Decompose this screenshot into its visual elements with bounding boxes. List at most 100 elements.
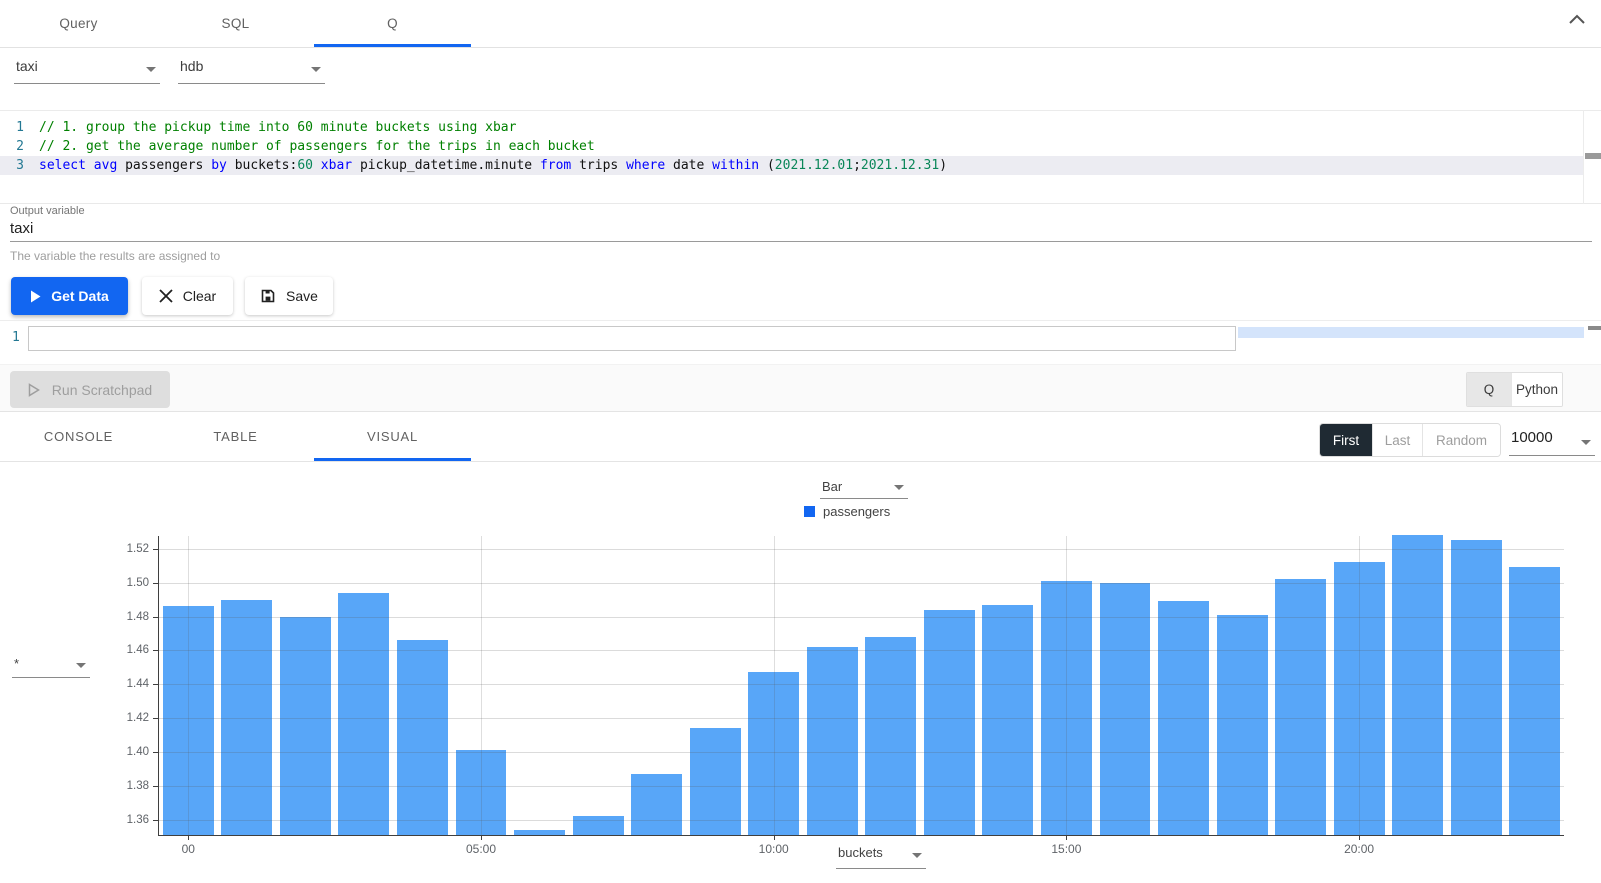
select-underline xyxy=(178,83,325,84)
chevron-down-icon xyxy=(146,67,156,72)
chevron-down-icon xyxy=(912,853,922,858)
bar-22[interactable] xyxy=(1451,540,1502,835)
bar-chart-plot: 1.361.381.401.421.441.461.481.501.520005… xyxy=(158,536,1564,836)
tab-q[interactable]: Q xyxy=(314,0,471,47)
editor-scrollbar-track xyxy=(1583,110,1584,204)
bar-00[interactable] xyxy=(163,606,214,835)
bar-slot xyxy=(569,536,628,835)
code-line-2: 2// 2. get the average number of passeng… xyxy=(0,137,1583,156)
language-toggle-q[interactable]: Q xyxy=(1467,373,1511,406)
x-axis-tick xyxy=(1066,835,1067,840)
y-axis-label: 1.42 xyxy=(97,712,149,724)
scratchpad-scrollbar-thumb[interactable] xyxy=(1588,326,1601,330)
legend-swatch xyxy=(804,506,815,517)
sampling-first-button[interactable]: First xyxy=(1320,424,1372,456)
bar-12[interactable] xyxy=(865,637,916,835)
get-data-button[interactable]: Get Data xyxy=(11,277,128,315)
select-underline xyxy=(836,868,926,869)
bar-slot xyxy=(686,536,745,835)
code-text: // 2. get the average number of passenge… xyxy=(24,139,595,154)
bar-series-passengers xyxy=(159,536,1564,835)
bar-slot xyxy=(1271,536,1330,835)
scratchpad-language-toggle: QPython xyxy=(1466,372,1563,407)
x-axis-label: 00 xyxy=(182,842,195,856)
q-code-editor[interactable]: 1// 1. group the pickup time into 60 min… xyxy=(0,110,1601,204)
x-axis-tick xyxy=(188,835,189,840)
bar-21[interactable] xyxy=(1392,535,1443,835)
y-axis-label: 1.50 xyxy=(97,577,149,589)
bar-slot xyxy=(510,536,569,835)
x-axis-label: 05:00 xyxy=(466,842,496,856)
connection-value: taxi xyxy=(14,54,160,80)
bar-slot xyxy=(335,536,394,835)
run-scratchpad-button[interactable]: Run Scratchpad xyxy=(10,371,170,408)
x-axis-tick xyxy=(774,835,775,840)
results-tab-console[interactable]: CONSOLE xyxy=(0,413,157,461)
bar-03[interactable] xyxy=(338,593,389,835)
bar-17[interactable] xyxy=(1158,601,1209,835)
legend-item-passengers[interactable]: passengers xyxy=(804,504,890,519)
bar-slot xyxy=(218,536,277,835)
bar-slot xyxy=(1330,536,1389,835)
sampling-last-button[interactable]: Last xyxy=(1372,424,1422,456)
bar-02[interactable] xyxy=(280,617,331,836)
y-axis-label: 1.52 xyxy=(97,543,149,555)
bar-slot xyxy=(452,536,511,835)
bar-16[interactable] xyxy=(1100,583,1151,835)
y-axis-label: 1.40 xyxy=(97,746,149,758)
bar-19[interactable] xyxy=(1275,579,1326,835)
bar-13[interactable] xyxy=(924,610,975,835)
editor-scrollbar-thumb[interactable] xyxy=(1585,153,1601,159)
results-tab-visual[interactable]: VISUAL xyxy=(314,413,471,461)
output-variable-hint: The variable the results are assigned to xyxy=(10,249,220,263)
x-axis-tick xyxy=(1359,835,1360,840)
bar-slot xyxy=(1213,536,1272,835)
bar-23[interactable] xyxy=(1509,567,1560,835)
series-field-select[interactable]: * xyxy=(12,652,90,678)
results-tab-table[interactable]: TABLE xyxy=(157,413,314,461)
bar-06[interactable] xyxy=(514,830,565,835)
bar-11[interactable] xyxy=(807,647,858,835)
language-toggle-python[interactable]: Python xyxy=(1511,373,1562,406)
chevron-up-icon xyxy=(1566,12,1592,26)
bar-05[interactable] xyxy=(456,750,507,835)
bar-10[interactable] xyxy=(748,672,799,835)
row-limit-select[interactable]: 10000 xyxy=(1509,427,1595,456)
output-variable-label: Output variable xyxy=(10,205,85,217)
bar-15[interactable] xyxy=(1041,581,1092,835)
code-line-3: 3select avg passengers by buckets:60 xba… xyxy=(0,156,1583,175)
bar-slot xyxy=(276,536,335,835)
code-line-1: 1// 1. group the pickup time into 60 min… xyxy=(0,118,1583,137)
bar-slot xyxy=(1037,536,1096,835)
code-text: // 1. group the pickup time into 60 minu… xyxy=(24,120,516,135)
x-axis-label: 10:00 xyxy=(759,842,789,856)
line-number: 3 xyxy=(0,156,24,175)
bar-18[interactable] xyxy=(1217,615,1268,835)
bar-01[interactable] xyxy=(221,600,272,836)
clear-label: Clear xyxy=(183,288,216,304)
output-variable-input[interactable]: taxi xyxy=(10,220,33,237)
chevron-down-icon xyxy=(76,663,86,668)
x-icon xyxy=(159,289,173,303)
x-axis-label: 20:00 xyxy=(1344,842,1374,856)
x-axis-field-select[interactable]: buckets xyxy=(836,841,926,869)
bar-04[interactable] xyxy=(397,640,448,835)
bar-09[interactable] xyxy=(690,728,741,835)
tab-query[interactable]: Query xyxy=(0,0,157,47)
collapse-panel-button[interactable] xyxy=(1566,12,1592,34)
scratchpad-input[interactable] xyxy=(28,326,1236,351)
select-underline xyxy=(1509,455,1595,456)
bar-07[interactable] xyxy=(573,816,624,835)
bar-slot xyxy=(393,536,452,835)
save-button[interactable]: Save xyxy=(245,277,333,315)
run-scratchpad-label: Run Scratchpad xyxy=(52,382,152,398)
chart-type-select[interactable]: Bar xyxy=(820,475,908,499)
bar-20[interactable] xyxy=(1334,562,1385,835)
bar-14[interactable] xyxy=(982,605,1033,835)
database-select[interactable]: hdb xyxy=(178,54,325,84)
connection-select[interactable]: taxi xyxy=(14,54,160,84)
sampling-random-button[interactable]: Random xyxy=(1422,424,1500,456)
tab-sql[interactable]: SQL xyxy=(157,0,314,47)
clear-button[interactable]: Clear xyxy=(142,277,233,315)
bar-08[interactable] xyxy=(631,774,682,835)
